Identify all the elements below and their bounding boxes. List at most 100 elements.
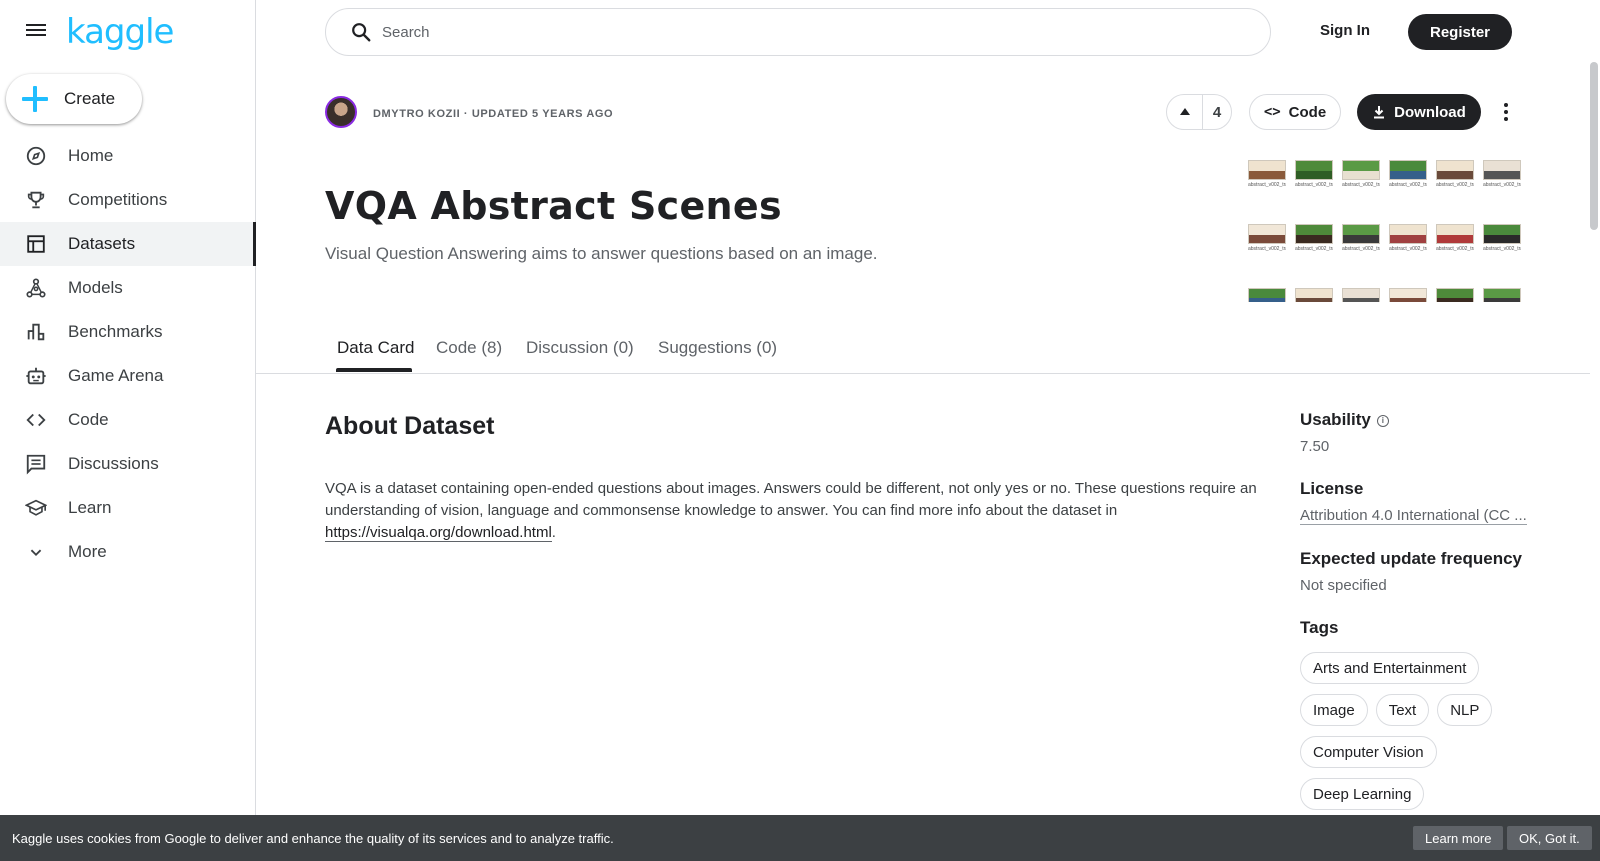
tab-suggestions[interactable]: Suggestions (0) (658, 338, 777, 358)
code-button-label: Code (1288, 103, 1327, 121)
about-body: VQA is a dataset containing open-ended q… (325, 480, 1257, 519)
thumbnail-caption: abstract_v002_train2015_0000000017.png (1342, 246, 1380, 252)
page-title: VQA Abstract Scenes (325, 184, 782, 228)
preview-thumbnail: abstract_v002_train2015_0000000019.png (1436, 224, 1474, 264)
upvote-button[interactable] (1167, 95, 1203, 129)
tags-heading: Tags (1300, 618, 1339, 637)
kaggle-logo[interactable]: kaggle (66, 12, 174, 52)
vote-count: 4 (1212, 103, 1222, 121)
tag-nlp[interactable]: NLP (1437, 694, 1493, 726)
plus-icon (22, 86, 48, 112)
tab-discussion[interactable]: Discussion (0) (526, 338, 634, 358)
vote-widget: 4 (1166, 94, 1232, 130)
cookie-banner: Kaggle uses cookies from Google to deliv… (0, 815, 1600, 861)
thumbnail-caption: abstract_v002_train2015_0000000020.png (1483, 246, 1521, 252)
sidebar-item-label: Home (68, 146, 114, 165)
search-input[interactable] (382, 23, 1222, 41)
preview-thumbnail (1295, 288, 1333, 302)
scene-thumbnail-image (1436, 160, 1474, 180)
sidebar-nav: Home Competitions Datasets Models Benchmarks… (0, 134, 256, 574)
scene-thumbnail-image (1389, 288, 1427, 302)
code-icon (24, 408, 48, 432)
scene-thumbnail-image (1248, 288, 1286, 302)
sidebar-item-models[interactable]: Models (0, 266, 256, 310)
tag-text[interactable]: Text (1375, 694, 1430, 726)
preview-thumbnail (1483, 288, 1521, 302)
sidebar-item-game-arena[interactable]: Game Arena (0, 354, 256, 398)
thumbnail-caption: abstract_v002_train2015_0000000018.png (1389, 246, 1427, 252)
usability-value: 7.50 (1300, 438, 1330, 455)
preview-thumbnail (1248, 288, 1286, 302)
active-tab-indicator (336, 368, 412, 372)
compass-icon (24, 144, 48, 168)
tag-list: Arts and Entertainment Image Text NLP Comput… (1300, 652, 1530, 810)
sidebar-item-label: Benchmarks (68, 322, 163, 341)
sidebar-item-label: Code (68, 410, 109, 429)
create-button[interactable]: Create (6, 74, 142, 124)
dataset-preview-image: abstract_v002_train2015_0000000001.pngab… (1248, 160, 1526, 302)
ok-got-it-button[interactable]: OK, Got it. (1507, 826, 1592, 850)
tab-data-card[interactable]: Data Card (337, 338, 414, 358)
sidebar-item-label: Datasets (68, 234, 136, 253)
more-options-icon[interactable] (1494, 100, 1518, 124)
preview-thumbnail: abstract_v002_train2015_0000000018.png (1389, 224, 1427, 264)
sidebar-item-label: Competitions (68, 190, 168, 209)
thumbnail-caption: abstract_v002_train2015_0000000006.png (1389, 182, 1427, 188)
about-text: VQA is a dataset containing open-ended q… (325, 478, 1265, 544)
scene-thumbnail-image (1295, 288, 1333, 302)
sidebar-item-benchmarks[interactable]: Benchmarks (0, 310, 256, 354)
sidebar-item-label: More (68, 542, 107, 561)
tag-computer-vision[interactable]: Computer Vision (1300, 736, 1437, 768)
thumbnail-caption: abstract_v002_train2015_0000000007.png (1436, 182, 1474, 188)
scene-thumbnail-image (1483, 288, 1521, 302)
sidebar-item-label: Game Arena (68, 366, 164, 385)
preview-thumbnail: abstract_v002_train2015_0000000005.png (1342, 160, 1380, 200)
sidebar-item-label: Models (68, 278, 123, 297)
chevron-down-icon (24, 540, 48, 564)
about-end: . (551, 524, 556, 541)
frequency-value: Not specified (1300, 577, 1387, 594)
sidebar-item-discussions[interactable]: Discussions (0, 442, 256, 486)
preview-thumbnail: abstract_v002_train2015_0000000017.png (1342, 224, 1380, 264)
thumbnail-caption: abstract_v002_train2015_0000000005.png (1342, 182, 1380, 188)
metadata-panel: Usability i 7.50 License Attribution 4.0 … (1300, 410, 1530, 810)
sidebar-item-code[interactable]: Code (0, 398, 256, 442)
preview-thumbnail: abstract_v002_train2015_0000000007.png (1436, 160, 1474, 200)
sidebar-item-competitions[interactable]: Competitions (0, 178, 256, 222)
sidebar-item-more[interactable]: More (0, 530, 256, 574)
thumbnail-caption: abstract_v002_train2015_0000000019.png (1436, 246, 1474, 252)
license-link[interactable]: Attribution 4.0 International (CC ... (1300, 507, 1527, 525)
scene-thumbnail-image (1436, 224, 1474, 244)
download-button[interactable]: Download (1357, 94, 1481, 130)
byline: DMYTRO KOZII · UPDATED 5 YEARS AGO (373, 108, 614, 120)
scene-thumbnail-image (1342, 160, 1380, 180)
bar-chart-icon (24, 320, 48, 344)
arrow-up-icon (1179, 108, 1190, 115)
create-label: Create (64, 89, 116, 108)
sidebar-item-label: Learn (68, 498, 112, 517)
menu-icon[interactable] (24, 22, 48, 42)
info-icon[interactable]: i (1376, 414, 1389, 427)
search-bar[interactable] (325, 8, 1271, 56)
code-icon: <> (1263, 104, 1281, 120)
scrollbar[interactable] (1590, 62, 1598, 230)
tag-image[interactable]: Image (1300, 694, 1368, 726)
tag-arts-and-entertainment[interactable]: Arts and Entertainment (1300, 652, 1480, 684)
download-link[interactable]: https://visualqa.org/download.html (325, 524, 552, 542)
avatar[interactable] (325, 96, 357, 128)
tab-code[interactable]: Code (8) (436, 338, 502, 358)
license-heading: License (1300, 479, 1364, 498)
register-button[interactable]: Register (1408, 14, 1512, 50)
sign-in-link[interactable]: Sign In (1320, 22, 1370, 39)
tag-deep-learning[interactable]: Deep Learning (1300, 778, 1425, 810)
sidebar-item-home[interactable]: Home (0, 134, 256, 178)
code-button[interactable]: <> Code (1249, 94, 1341, 130)
frequency-heading: Expected update frequency (1300, 549, 1523, 568)
learn-more-button[interactable]: Learn more (1413, 826, 1504, 850)
search-icon (352, 23, 371, 42)
preview-thumbnail (1436, 288, 1474, 302)
preview-thumbnail: abstract_v002_train2015_0000000013.png (1248, 224, 1286, 264)
sidebar-item-datasets[interactable]: Datasets (0, 222, 256, 266)
sidebar-item-learn[interactable]: Learn (0, 486, 256, 530)
scene-thumbnail-image (1389, 160, 1427, 180)
